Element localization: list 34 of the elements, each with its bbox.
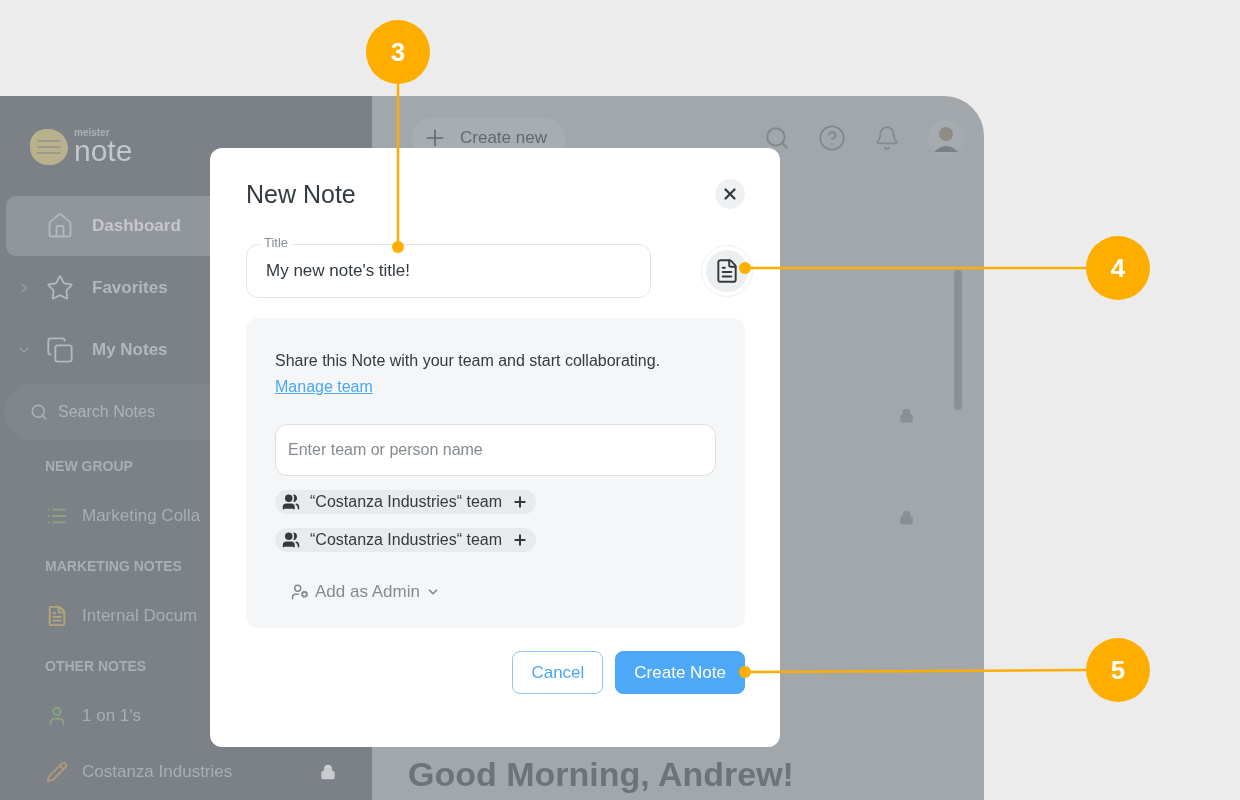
- close-button[interactable]: [715, 179, 745, 209]
- search-icon: [30, 403, 48, 421]
- team-label: “Costanza Industries“ team: [310, 493, 503, 511]
- pencil-icon: [46, 761, 68, 783]
- home-icon: [46, 212, 74, 240]
- team-chip[interactable]: “Costanza Industries“ team: [275, 490, 537, 514]
- person-input-field[interactable]: Enter team or person name: [275, 424, 716, 476]
- document-icon: [714, 258, 740, 284]
- logo-text: note: [74, 136, 133, 166]
- note-type-button[interactable]: [701, 245, 753, 297]
- create-note-button[interactable]: Create Note: [615, 651, 745, 694]
- help-icon[interactable]: [818, 124, 846, 152]
- group-icon: [282, 493, 300, 511]
- group-icon: [282, 531, 300, 549]
- logo-icon: [30, 129, 68, 165]
- step-badge: 4: [1086, 236, 1150, 300]
- search-icon[interactable]: [764, 125, 790, 151]
- admin-icon: [291, 583, 309, 601]
- document-icon: [46, 605, 68, 627]
- title-value: My new note's title!: [266, 261, 411, 281]
- scrollbar[interactable]: [954, 270, 962, 410]
- step-badge: 3: [366, 20, 430, 84]
- close-icon: [721, 185, 739, 203]
- step-badge: 5: [1086, 638, 1150, 702]
- role-select[interactable]: Add as Admin: [291, 582, 716, 602]
- copy-icon: [46, 336, 74, 364]
- lock-icon: [899, 408, 914, 423]
- team-chip[interactable]: “Costanza Industries“ team: [275, 528, 537, 552]
- star-icon: [46, 274, 74, 302]
- cancel-button[interactable]: Cancel: [512, 651, 604, 694]
- share-text: Share this Note with your team and start collaborating.: [275, 351, 662, 371]
- lock-icon: [899, 510, 914, 525]
- bell-icon[interactable]: [874, 125, 900, 151]
- team-label: “Costanza Industries“ team: [310, 531, 503, 549]
